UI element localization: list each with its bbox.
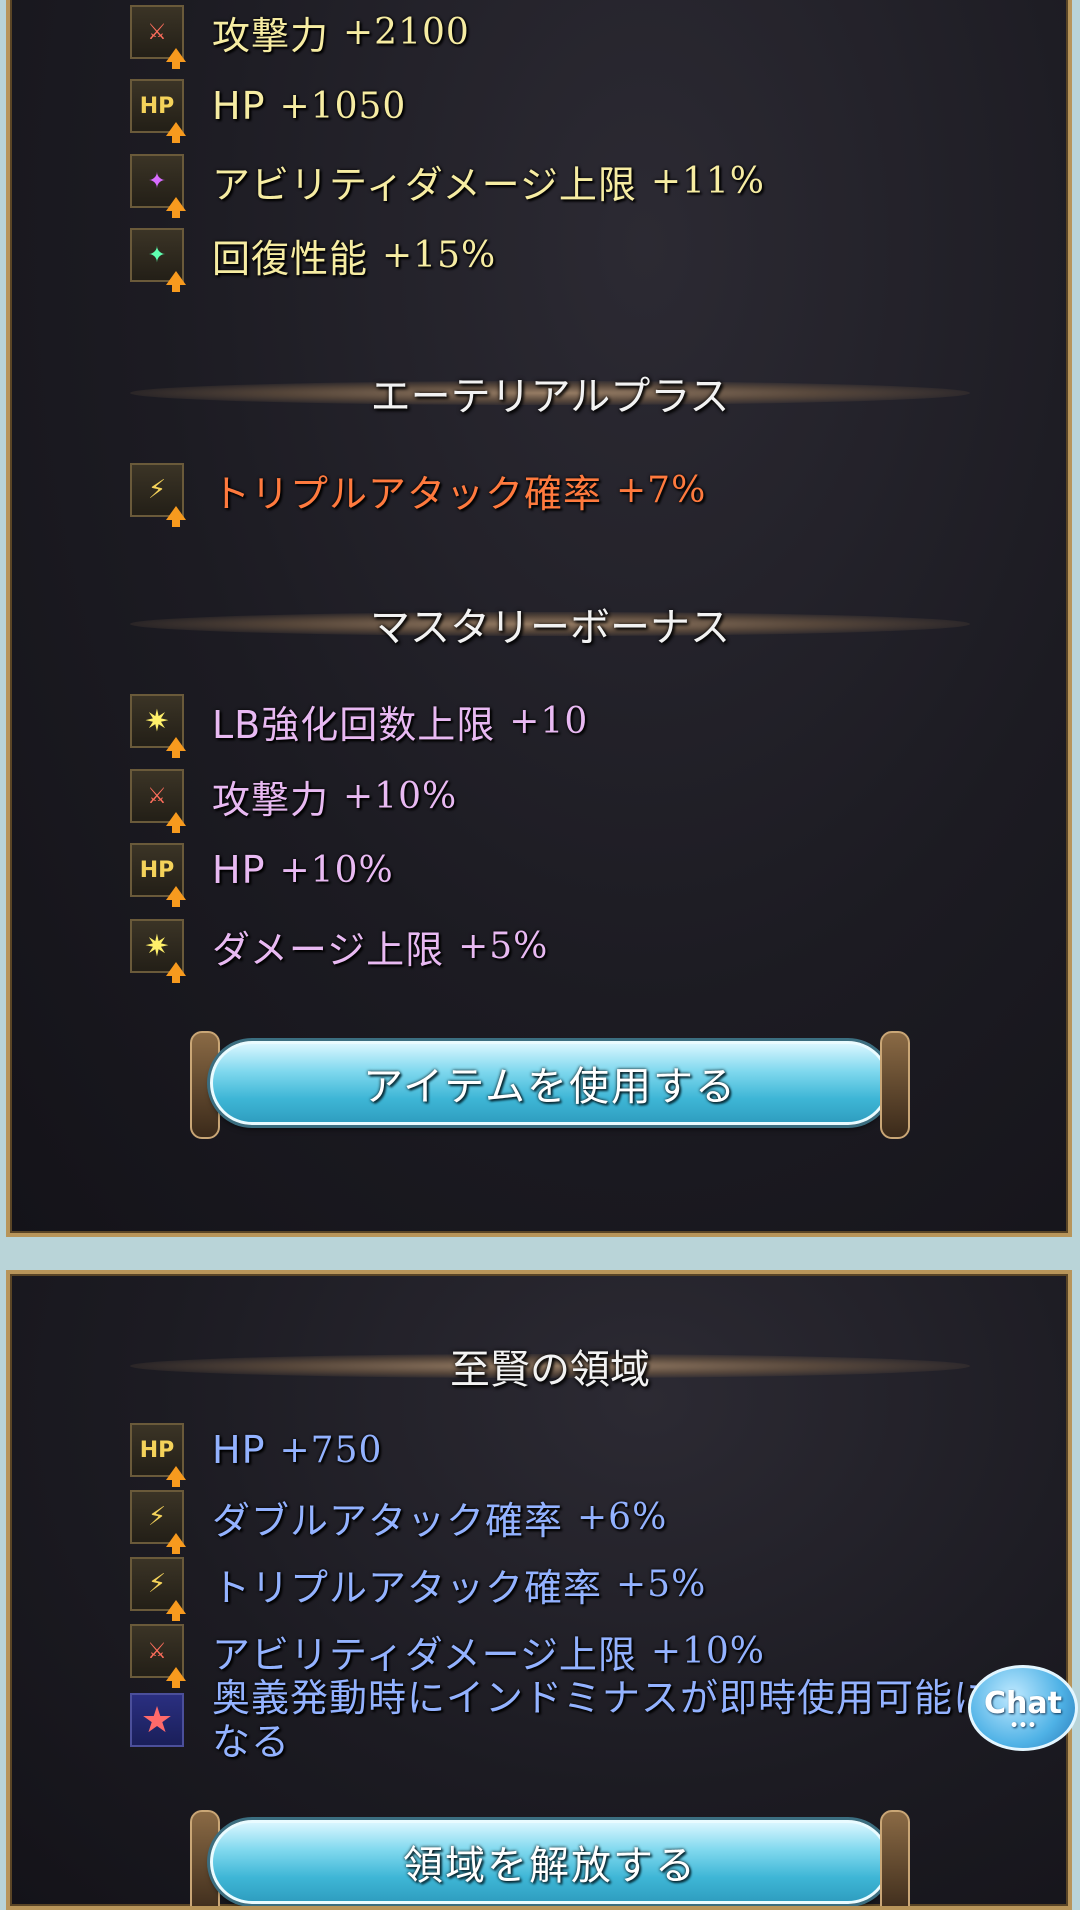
damage-cap-icon: ✷ <box>130 694 186 758</box>
attack-sword-icon: ⚔ <box>130 5 186 69</box>
domain-row-double-attack: ⚡ ダブルアタック確率 +6% <box>130 1487 1048 1554</box>
special-effect-text: 奥義発動時にインドミナスが即時使用可能になる <box>212 1676 993 1764</box>
stat-value: +15% <box>382 234 497 276</box>
chat-button[interactable]: Chat ••• <box>968 1665 1078 1751</box>
mastery-row-damage-cap: ✷ ダメージ上限 +5% <box>130 916 1048 983</box>
healing-icon: ✦ <box>130 228 186 292</box>
stat-value: +2100 <box>343 11 470 53</box>
release-domain-button-frame: 領域を解放する <box>190 1810 910 1906</box>
stat-label: アビリティダメージ上限 <box>212 162 637 207</box>
hp-icon: HP <box>130 843 186 907</box>
domain-row-triple-attack: ⚡ トリプルアタック確率 +5% <box>130 1554 1048 1621</box>
icon-glyph: ⚔ <box>147 783 167 809</box>
mastery-bonus-heading: マスタリーボーナス <box>130 594 970 654</box>
domain-row-special-effect: ★ 奥義発動時にインドミナスが即時使用可能になる <box>130 1670 1048 1770</box>
hp-icon: HP <box>130 1423 186 1487</box>
stat-label: トリプルアタック確率 <box>212 471 603 516</box>
stat-value: +10% <box>650 1630 766 1672</box>
star-icon: ★ <box>130 1693 184 1747</box>
stat-label: ダブルアタック確率 <box>212 1498 564 1543</box>
icon-glyph: ⚔ <box>147 1638 167 1664</box>
use-item-button-frame: アイテムを使用する <box>190 1031 910 1139</box>
release-domain-button[interactable]: 領域を解放する <box>210 1820 890 1904</box>
triple-attack-icon: ⚡ <box>130 1557 186 1621</box>
double-attack-icon: ⚡ <box>130 1490 186 1554</box>
stat-label: トリプルアタック確率 <box>212 1565 603 1610</box>
stat-row-ability-damage-cap: ✦ アビリティダメージ上限 +11% <box>130 151 1048 218</box>
sage-domain-heading: 至賢の領域 <box>130 1336 970 1396</box>
stat-label: HP <box>212 1428 266 1472</box>
stat-value: +10% <box>343 775 458 817</box>
use-item-button[interactable]: アイテムを使用する <box>210 1041 890 1125</box>
button-end-cap <box>880 1031 910 1139</box>
stat-value: +5% <box>458 925 549 967</box>
ethereal-row-triple-attack: ⚡ トリプルアタック確率 +7% <box>130 460 1048 527</box>
domain-row-hp: HP HP +750 <box>130 1420 1048 1487</box>
stat-label: LB強化回数上限 <box>212 702 496 747</box>
icon-glyph: ⚔ <box>147 19 167 45</box>
chat-label: Chat <box>984 1685 1062 1721</box>
sage-domain-panel: 至賢の領域 HP HP +750 ⚡ ダブルアタック確率 +6% ⚡ トリプルア… <box>6 1270 1072 1910</box>
chat-dots-icon: ••• <box>1009 1717 1037 1734</box>
stat-value: +6% <box>577 1496 668 1538</box>
button-end-cap <box>880 1810 910 1906</box>
section-title: マスタリーボーナス <box>370 605 730 651</box>
hp-icon: HP <box>130 79 186 143</box>
stat-value: +11% <box>650 160 766 202</box>
section-title: 至賢の領域 <box>450 1347 650 1393</box>
section-title: エーテリアルプラス <box>370 374 730 420</box>
icon-glyph: HP <box>139 857 175 883</box>
stat-label: 回復性能 <box>212 236 369 281</box>
stat-row-attack: ⚔ 攻撃力 +2100 <box>130 2 1048 69</box>
stat-label: ダメージ上限 <box>212 927 445 972</box>
attack-sword-icon: ⚔ <box>130 769 186 833</box>
stat-value: +1050 <box>279 85 407 127</box>
icon-glyph: HP <box>139 93 175 119</box>
stat-value: +10% <box>279 849 394 891</box>
mastery-row-attack: ⚔ 攻撃力 +10% <box>130 766 1048 833</box>
stat-row-healing: ✦ 回復性能 +15% <box>130 225 1048 292</box>
stat-value: +5% <box>616 1563 707 1605</box>
stat-label: HP <box>212 848 266 892</box>
stat-label: 攻撃力 <box>212 777 330 822</box>
stat-value: +10 <box>509 700 589 742</box>
ethereal-plus-heading: エーテリアルプラス <box>130 363 970 423</box>
stat-value: +7% <box>616 469 707 511</box>
ability-damage-cap-icon: ✦ <box>130 154 186 218</box>
icon-glyph: ✦ <box>147 168 167 194</box>
stat-value: +750 <box>279 1429 383 1471</box>
upper-status-panel: ⚔ 攻撃力 +2100 HP HP +1050 ✦ アビリティダメージ上限 +1… <box>6 0 1072 1237</box>
icon-glyph: ✦ <box>147 242 167 268</box>
damage-cap-icon: ✷ <box>130 919 186 983</box>
icon-glyph: ★ <box>140 1699 174 1741</box>
icon-glyph: HP <box>139 1437 175 1463</box>
mastery-row-lb-limit: ✷ LB強化回数上限 +10 <box>130 691 1048 758</box>
triple-attack-icon: ⚡ <box>130 463 186 527</box>
mastery-row-hp: HP HP +10% <box>130 840 1048 907</box>
stat-row-hp: HP HP +1050 <box>130 76 1048 143</box>
stat-label: HP <box>212 84 266 128</box>
stat-label: 攻撃力 <box>212 13 330 58</box>
